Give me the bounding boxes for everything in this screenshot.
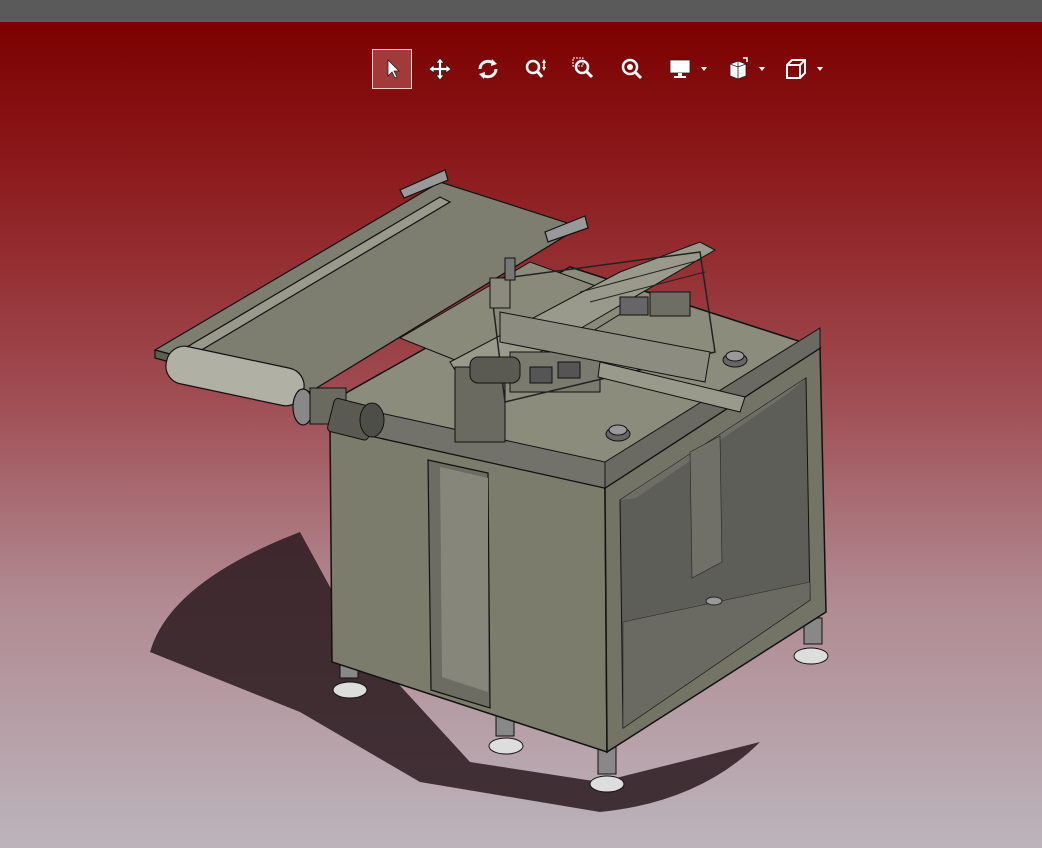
box-icon	[786, 59, 806, 79]
pan-button[interactable]	[420, 49, 460, 89]
render-style-dropdown[interactable]	[816, 65, 824, 73]
render-style-button[interactable]	[776, 49, 816, 89]
zoom-area-icon	[572, 57, 594, 79]
display-mode-dropdown[interactable]	[700, 65, 708, 73]
cursor-arrow-icon	[387, 59, 400, 79]
view-toolbar	[372, 49, 834, 89]
rotate-icon	[478, 59, 498, 79]
render-style-group[interactable]	[776, 49, 824, 89]
display-mode-button[interactable]	[660, 49, 700, 89]
move-arrows-icon	[428, 57, 452, 81]
caret-down-icon	[817, 67, 823, 71]
monitor-icon	[669, 59, 691, 78]
view-selector-dropdown[interactable]	[758, 65, 766, 73]
caret-down-icon	[759, 67, 765, 71]
view-cube-icon	[729, 57, 748, 80]
display-mode-group[interactable]	[660, 49, 708, 89]
view-selector-button[interactable]	[718, 49, 758, 89]
rotate-button[interactable]	[468, 49, 508, 89]
fit-all-icon	[621, 58, 643, 80]
caret-down-icon	[701, 67, 707, 71]
select-button[interactable]	[372, 49, 412, 89]
view-selector-group[interactable]	[718, 49, 766, 89]
3d-viewport[interactable]	[0, 22, 1042, 848]
window-titlebar	[0, 0, 1042, 22]
zoom-in-out-button[interactable]	[516, 49, 556, 89]
zoom-area-button[interactable]	[564, 49, 604, 89]
fit-all-button[interactable]	[612, 49, 652, 89]
cad-model[interactable]	[0, 22, 1042, 848]
zoom-in-out-icon	[525, 59, 546, 78]
